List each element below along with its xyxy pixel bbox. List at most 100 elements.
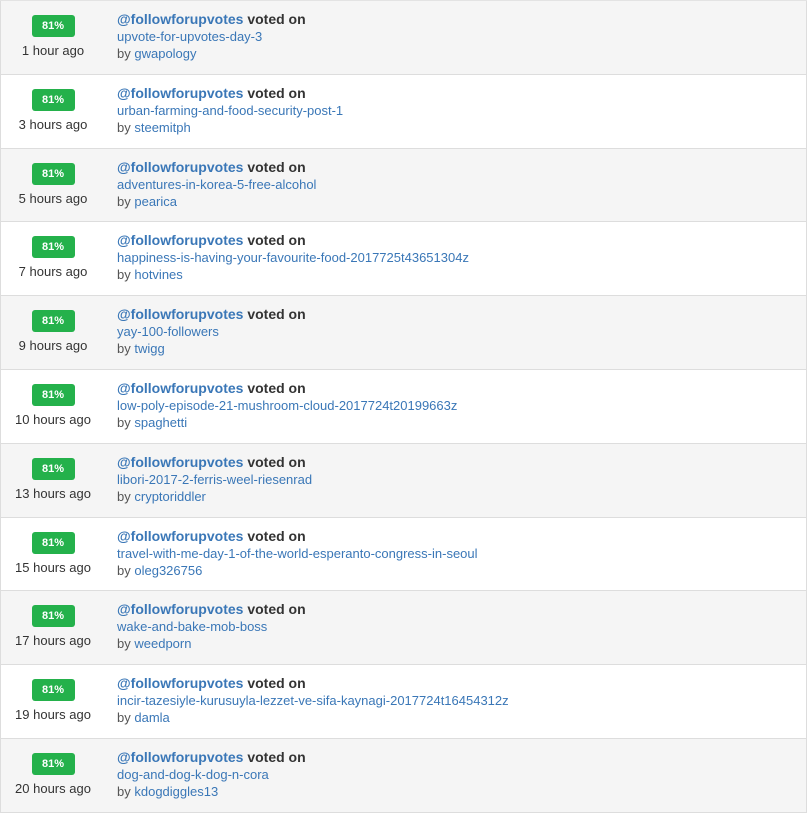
vote-row: 81% 5 hours ago @followforupvotes voted …: [0, 148, 807, 223]
author-link[interactable]: twigg: [134, 341, 164, 356]
post-permlink[interactable]: wake-and-bake-mob-boss: [117, 618, 806, 635]
vote-row: 81% 9 hours ago @followforupvotes voted …: [0, 296, 807, 370]
by-label: by: [117, 636, 131, 652]
voter-link[interactable]: @followforupvotes: [117, 454, 243, 470]
vote-meta: 81% 9 hours ago: [1, 296, 105, 369]
voter-link[interactable]: @followforupvotes: [117, 85, 243, 101]
post-permlink[interactable]: travel-with-me-day-1-of-the-world-espera…: [117, 545, 806, 562]
by-label: by: [117, 562, 131, 578]
author-link[interactable]: pearica: [134, 194, 177, 209]
vote-row: 81% 19 hours ago @followforupvotes voted…: [0, 665, 807, 739]
vote-meta: 81% 19 hours ago: [1, 665, 105, 738]
vote-headline: @followforupvotes voted on: [117, 84, 806, 102]
vote-meta: 81% 13 hours ago: [1, 444, 105, 517]
vote-details: @followforupvotes voted on travel-with-m…: [105, 518, 806, 591]
byline: by hotvines: [117, 266, 806, 283]
vote-meta: 81% 7 hours ago: [1, 222, 105, 295]
by-label: by: [117, 710, 131, 726]
vote-time: 5 hours ago: [18, 190, 88, 206]
vote-details: @followforupvotes voted on urban-farming…: [105, 75, 806, 148]
vote-headline: @followforupvotes voted on: [117, 10, 806, 28]
author-link[interactable]: steemitph: [134, 120, 190, 135]
vote-details: @followforupvotes voted on dog-and-dog-k…: [105, 739, 806, 812]
vote-details: @followforupvotes voted on upvote-for-up…: [105, 1, 806, 74]
author-link[interactable]: cryptoriddler: [134, 489, 206, 504]
post-permlink[interactable]: libori-2017-2-ferris-weel-riesenrad: [117, 471, 806, 488]
voter-link[interactable]: @followforupvotes: [117, 749, 243, 765]
byline: by kdogdiggles13: [117, 783, 806, 800]
voter-link[interactable]: @followforupvotes: [117, 528, 243, 544]
voter-link[interactable]: @followforupvotes: [117, 159, 243, 175]
vote-headline: @followforupvotes voted on: [117, 748, 806, 766]
post-permlink[interactable]: urban-farming-and-food-security-post-1: [117, 102, 806, 119]
voted-on-label: voted on: [247, 232, 306, 249]
vote-time: 3 hours ago: [18, 116, 88, 132]
vote-row: 81% 10 hours ago @followforupvotes voted…: [0, 369, 807, 444]
byline: by damla: [117, 709, 806, 726]
voter-link[interactable]: @followforupvotes: [117, 306, 243, 322]
by-label: by: [117, 267, 131, 283]
vote-row: 81% 7 hours ago @followforupvotes voted …: [0, 222, 807, 297]
author-link[interactable]: oleg326756: [134, 563, 202, 578]
byline: by pearica: [117, 193, 806, 210]
byline: by steemitph: [117, 119, 806, 136]
voter-link[interactable]: @followforupvotes: [117, 601, 243, 617]
vote-headline: @followforupvotes voted on: [117, 453, 806, 471]
voted-on-label: voted on: [247, 601, 306, 618]
post-permlink[interactable]: happiness-is-having-your-favourite-food-…: [117, 249, 806, 266]
vote-details: @followforupvotes voted on libori-2017-2…: [105, 444, 806, 517]
vote-time: 17 hours ago: [15, 633, 91, 649]
post-permlink[interactable]: dog-and-dog-k-dog-n-cora: [117, 766, 806, 783]
post-permlink[interactable]: yay-100-followers: [117, 323, 806, 340]
post-permlink[interactable]: low-poly-episode-21-mushroom-cloud-20177…: [117, 397, 806, 414]
byline: by gwapology: [117, 45, 806, 62]
vote-percent-badge: 81%: [31, 457, 75, 480]
author-link[interactable]: spaghetti: [134, 415, 187, 430]
voter-link[interactable]: @followforupvotes: [117, 11, 243, 27]
voted-on-label: voted on: [247, 675, 306, 692]
voted-on-label: voted on: [247, 84, 306, 101]
author-link[interactable]: damla: [134, 710, 169, 725]
voted-on-label: voted on: [247, 748, 306, 765]
vote-meta: 81% 10 hours ago: [1, 370, 105, 443]
vote-details: @followforupvotes voted on low-poly-epis…: [105, 370, 806, 443]
vote-meta: 81% 3 hours ago: [1, 75, 105, 148]
vote-headline: @followforupvotes voted on: [117, 158, 806, 176]
vote-list: 81% 1 hour ago @followforupvotes voted o…: [0, 0, 807, 813]
vote-row: 81% 1 hour ago @followforupvotes voted o…: [0, 1, 807, 75]
byline: by oleg326756: [117, 562, 806, 579]
vote-row: 81% 20 hours ago @followforupvotes voted…: [0, 738, 807, 813]
vote-time: 15 hours ago: [15, 559, 91, 575]
vote-percent-badge: 81%: [31, 310, 75, 333]
post-permlink[interactable]: incir-tazesiyle-kurusuyla-lezzet-ve-sifa…: [117, 692, 806, 709]
author-link[interactable]: hotvines: [134, 267, 182, 282]
voted-on-label: voted on: [247, 11, 306, 27]
author-link[interactable]: kdogdiggles13: [134, 784, 218, 799]
voter-link[interactable]: @followforupvotes: [117, 675, 243, 691]
vote-percent-badge: 81%: [31, 162, 75, 185]
by-label: by: [117, 783, 131, 799]
vote-headline: @followforupvotes voted on: [117, 674, 806, 692]
vote-time: 1 hour ago: [21, 43, 85, 58]
vote-details: @followforupvotes voted on adventures-in…: [105, 149, 806, 222]
post-permlink[interactable]: adventures-in-korea-5-free-alcohol: [117, 176, 806, 193]
byline: by cryptoriddler: [117, 488, 806, 505]
voted-on-label: voted on: [247, 306, 306, 323]
vote-time: 10 hours ago: [15, 411, 91, 427]
voted-on-label: voted on: [247, 379, 306, 396]
author-link[interactable]: weedporn: [134, 636, 191, 651]
vote-meta: 81% 5 hours ago: [1, 149, 105, 222]
by-label: by: [117, 193, 131, 209]
vote-details: @followforupvotes voted on yay-100-follo…: [105, 296, 806, 369]
vote-percent-badge: 81%: [31, 15, 75, 37]
vote-headline: @followforupvotes voted on: [117, 231, 806, 249]
vote-row: 81% 13 hours ago @followforupvotes voted…: [0, 443, 807, 518]
author-link[interactable]: gwapology: [134, 46, 196, 61]
vote-percent-badge: 81%: [31, 605, 75, 628]
vote-details: @followforupvotes voted on wake-and-bake…: [105, 591, 806, 664]
voter-link[interactable]: @followforupvotes: [117, 380, 243, 396]
vote-time: 7 hours ago: [18, 264, 88, 280]
by-label: by: [117, 488, 131, 504]
voter-link[interactable]: @followforupvotes: [117, 232, 243, 248]
post-permlink[interactable]: upvote-for-upvotes-day-3: [117, 28, 806, 45]
